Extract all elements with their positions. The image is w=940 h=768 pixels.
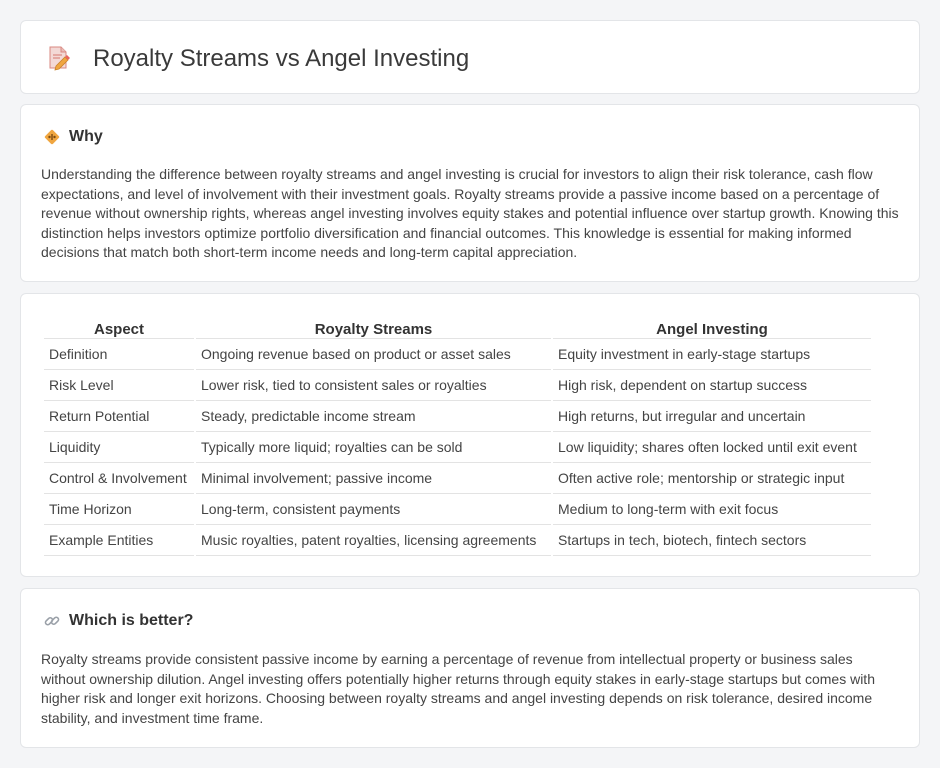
header-royalty-streams: Royalty Streams xyxy=(196,317,551,339)
table-row: Return Potential Steady, predictable inc… xyxy=(44,401,871,432)
better-text: Royalty streams provide consistent passi… xyxy=(41,651,875,726)
better-heading: Which is better? xyxy=(43,610,193,632)
cell-aspect: Definition xyxy=(44,339,194,370)
cell-angel: Medium to long-term with exit focus xyxy=(553,494,871,525)
table-row: Risk Level Lower risk, tied to consisten… xyxy=(44,370,871,401)
cell-aspect: Liquidity xyxy=(44,432,194,463)
table-row: Liquidity Typically more liquid; royalti… xyxy=(44,432,871,463)
why-heading: Why xyxy=(43,126,103,148)
cell-angel: Equity investment in early-stage startup… xyxy=(553,339,871,370)
cell-angel: High risk, dependent on startup success xyxy=(553,370,871,401)
cell-aspect: Time Horizon xyxy=(44,494,194,525)
comparison-card: Aspect Royalty Streams Angel Investing D… xyxy=(20,293,920,577)
cell-angel: Often active role; mentorship or strateg… xyxy=(553,463,871,494)
cell-angel: Low liquidity; shares often locked until… xyxy=(553,432,871,463)
which-better-card: Which is better? Royalty streams provide… xyxy=(20,588,920,748)
header-angel-investing: Angel Investing xyxy=(553,317,871,339)
cell-royalty: Music royalties, patent royalties, licen… xyxy=(196,525,551,556)
table-row: Control & Involvement Minimal involvemen… xyxy=(44,463,871,494)
cell-royalty: Long-term, consistent payments xyxy=(196,494,551,525)
table-row: Example Entities Music royalties, patent… xyxy=(44,525,871,556)
comparison-table: Aspect Royalty Streams Angel Investing D… xyxy=(42,317,873,556)
better-title: Which is better? xyxy=(69,612,194,629)
header-card: Royalty Streams vs Angel Investing xyxy=(20,20,920,94)
why-title: Why xyxy=(69,128,103,145)
cell-royalty: Minimal involvement; passive income xyxy=(196,463,551,494)
why-card: Why Understanding the difference between… xyxy=(20,104,920,282)
page-title: Royalty Streams vs Angel Investing xyxy=(93,45,470,72)
cell-royalty: Lower risk, tied to consistent sales or … xyxy=(196,370,551,401)
cell-aspect: Return Potential xyxy=(44,401,194,432)
cell-aspect: Risk Level xyxy=(44,370,194,401)
table-row: Definition Ongoing revenue based on prod… xyxy=(44,339,871,370)
cell-aspect: Control & Involvement xyxy=(44,463,194,494)
cell-angel: High returns, but irregular and uncertai… xyxy=(553,401,871,432)
header-aspect: Aspect xyxy=(44,317,194,339)
why-text: Understanding the difference between roy… xyxy=(41,166,899,261)
cell-angel: Startups in tech, biotech, fintech secto… xyxy=(553,525,871,556)
cell-royalty: Typically more liquid; royalties can be … xyxy=(196,432,551,463)
link-icon xyxy=(44,616,60,626)
document-pencil-icon xyxy=(45,45,71,71)
cell-aspect: Example Entities xyxy=(44,525,194,556)
table-header-row: Aspect Royalty Streams Angel Investing xyxy=(44,317,871,339)
diamond-sign-icon xyxy=(44,129,60,145)
cell-royalty: Steady, predictable income stream xyxy=(196,401,551,432)
table-row: Time Horizon Long-term, consistent payme… xyxy=(44,494,871,525)
cell-royalty: Ongoing revenue based on product or asse… xyxy=(196,339,551,370)
